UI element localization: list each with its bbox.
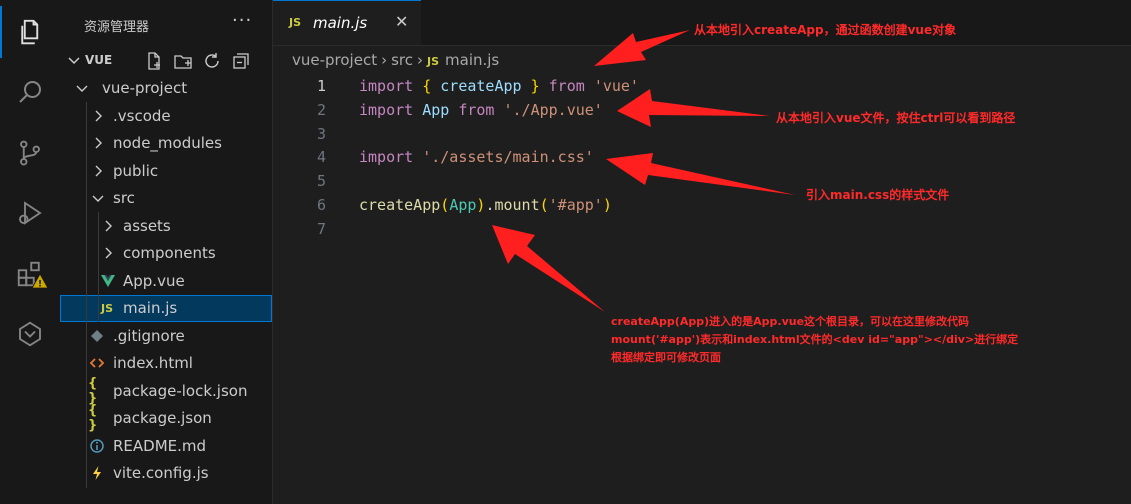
annotation-note-4-line-3: 根据绑定即可修改页面 (611, 351, 721, 364)
annotation-arrow-4 (492, 225, 605, 312)
annotation-note-4-line-2: mount('#app')表示和index.html文件的<dev id="ap… (611, 333, 1019, 346)
annotation-note-1: 从本地引入createApp，通过函数创建vue对象 (694, 23, 957, 37)
annotation-note-3: 引入main.css的样式文件 (806, 188, 950, 202)
annotation-arrow-1 (594, 30, 690, 66)
annotation-note-2: 从本地引入vue文件，按住ctrl可以看到路径 (776, 111, 1016, 125)
annotation-arrows (492, 30, 795, 312)
annotation-note-4-line-1: createApp(App)进入的是App.vue这个根目录，可以在这里修改代码 (611, 315, 970, 328)
annotation-arrow-2 (617, 89, 770, 127)
annotation-arrow-3 (606, 153, 795, 195)
